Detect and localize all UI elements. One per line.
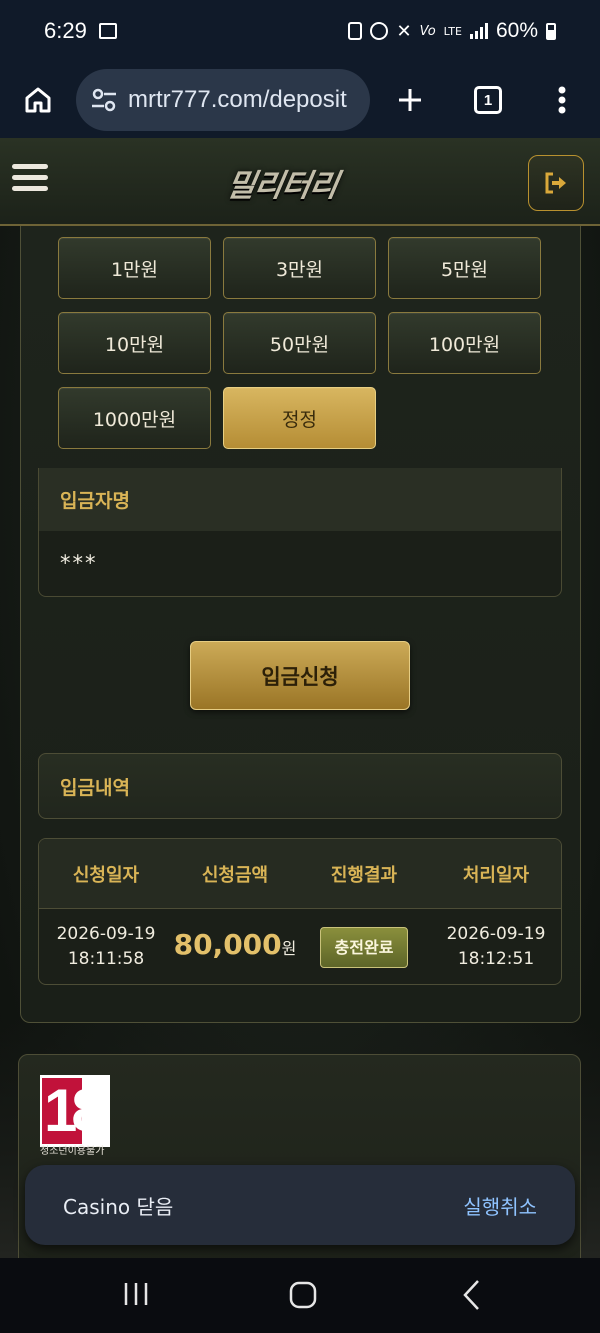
- processed-datetime: 2026-09-19 18:12:51: [431, 922, 561, 972]
- age-restriction-icon: 18: [40, 1075, 110, 1147]
- new-tab-icon[interactable]: [384, 74, 436, 126]
- amount-button-1m[interactable]: 100만원: [388, 312, 541, 374]
- status-time: 6:29: [44, 18, 87, 43]
- logout-button[interactable]: [528, 155, 584, 211]
- alarm-icon: [370, 22, 389, 40]
- request-amount: 80,000원: [173, 931, 297, 962]
- col-request-date: 신청일자: [72, 864, 140, 886]
- home-icon[interactable]: [0, 62, 76, 138]
- request-time: 18:11:58: [67, 949, 145, 969]
- tab-count: 1: [474, 86, 502, 114]
- amount-button-30k[interactable]: 3만원: [223, 237, 376, 299]
- battery-percent: 60%: [495, 19, 538, 42]
- volte-icon: Vo: [419, 23, 436, 39]
- back-icon[interactable]: [460, 1278, 484, 1312]
- age-number: 18: [44, 1077, 105, 1144]
- processed-date: 2026-09-19: [446, 924, 546, 944]
- status-bar: 6:29 ✕ Vo LTE 60%: [0, 0, 600, 62]
- status-badge: 충전완료: [319, 926, 409, 968]
- site-header: 밀리터리: [0, 138, 600, 226]
- snackbar: Casino 닫음 실행취소: [25, 1165, 575, 1245]
- amount-button-50k[interactable]: 5만원: [388, 237, 541, 299]
- browser-toolbar: mrtr777.com/deposit 1: [0, 62, 600, 138]
- col-processed-date: 처리일자: [462, 864, 530, 886]
- depositor-name-label: 입금자명: [39, 468, 561, 531]
- depositor-name-box: 입금자명 ***: [38, 468, 562, 597]
- history-title: 입금내역: [38, 753, 562, 819]
- table-row: 2026-09-19 18:11:58 80,000원 충전완료 2026-09…: [39, 909, 561, 984]
- amount-button-10k[interactable]: 1만원: [58, 237, 211, 299]
- snackbar-message: Casino 닫음: [63, 1194, 174, 1219]
- depositor-name-value: ***: [60, 551, 98, 575]
- more-vert-icon[interactable]: [538, 74, 586, 126]
- history-table-header: 신청일자 신청금액 진행결과 처리일자: [39, 839, 561, 909]
- amount-value: 80,000: [173, 928, 282, 961]
- site-settings-icon[interactable]: [90, 86, 118, 114]
- recent-apps-icon[interactable]: [122, 1281, 150, 1307]
- deposit-request-button[interactable]: 입금신청: [190, 641, 410, 710]
- tab-switcher-button[interactable]: 1: [462, 74, 514, 126]
- col-status: 진행결과: [330, 864, 398, 886]
- amount-button-100k[interactable]: 10만원: [58, 312, 211, 374]
- request-date: 2026-09-19: [56, 924, 156, 944]
- col-request-amount: 신청금액: [201, 864, 269, 886]
- site-logo[interactable]: 밀리터리: [224, 160, 381, 204]
- gallery-icon: [98, 23, 117, 39]
- url-text: mrtr777.com/deposit: [128, 86, 347, 113]
- reset-amount-button[interactable]: 정정: [223, 387, 376, 449]
- system-nav-bar: [0, 1258, 600, 1333]
- amount-button-500k[interactable]: 50만원: [223, 312, 376, 374]
- undo-button[interactable]: 실행취소: [463, 1191, 537, 1220]
- nav-home-icon[interactable]: [289, 1281, 317, 1309]
- amount-button-10m[interactable]: 1000만원: [58, 387, 211, 449]
- lte-icon: LTE: [443, 24, 462, 38]
- menu-icon[interactable]: [12, 160, 56, 200]
- signal-icon: [469, 23, 488, 39]
- processed-time: 18:12:51: [457, 949, 535, 969]
- address-bar[interactable]: mrtr777.com/deposit: [76, 69, 370, 131]
- mute-icon: ✕: [396, 20, 412, 42]
- battery-icon: [546, 22, 556, 40]
- age-restriction-label: 청소년이용불가: [40, 1146, 105, 1157]
- amount-unit: 원: [281, 939, 297, 958]
- battery-saver-icon: [348, 22, 363, 40]
- logout-icon: [545, 172, 566, 194]
- request-datetime: 2026-09-19 18:11:58: [39, 922, 173, 972]
- history-table: 신청일자 신청금액 진행결과 처리일자 2026-09-19 18:11:58 …: [38, 838, 562, 985]
